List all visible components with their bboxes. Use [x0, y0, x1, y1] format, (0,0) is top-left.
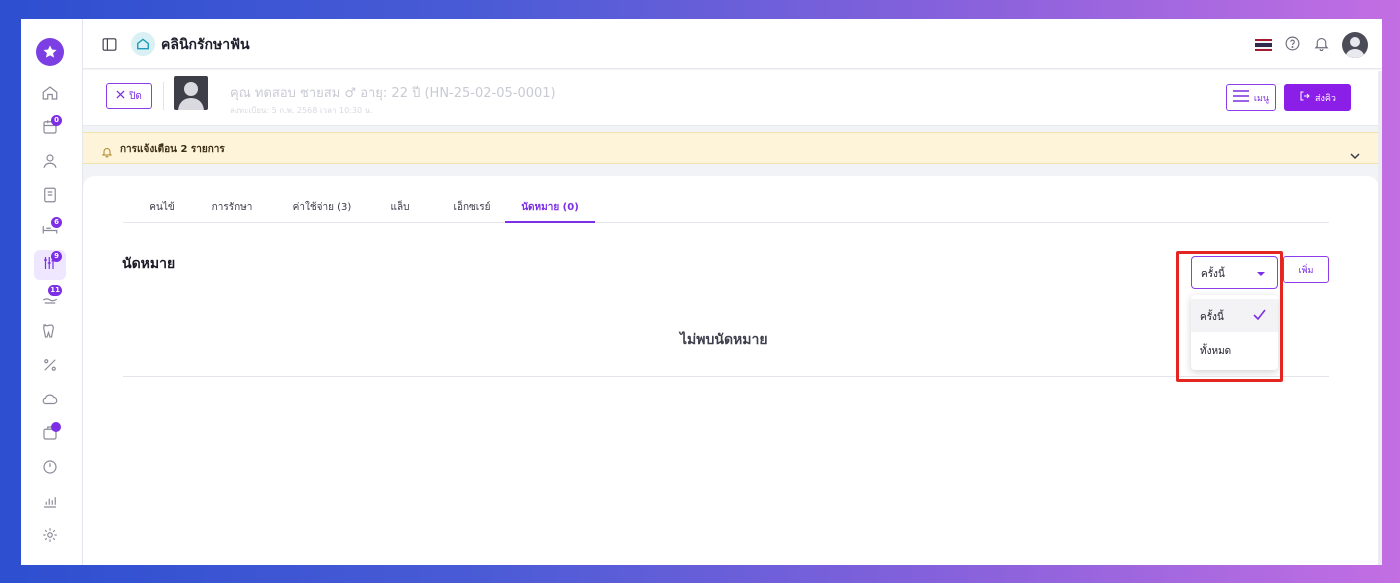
- home-icon: [41, 84, 59, 106]
- tab-appointments[interactable]: นัดหมาย (0): [505, 200, 595, 223]
- close-icon: [116, 90, 125, 102]
- sidebar-item-reports[interactable]: [34, 488, 66, 518]
- clinic-home-icon[interactable]: [131, 32, 155, 56]
- bar-chart-icon: [41, 492, 59, 514]
- settings-icon: [41, 526, 59, 548]
- notification-alert[interactable]: การแจ้งเตือน 2 รายการ: [83, 132, 1382, 164]
- divider: [123, 376, 1329, 377]
- sidebar-item-inventory[interactable]: [34, 420, 66, 450]
- sidebar-item-patients[interactable]: [34, 148, 66, 178]
- sidebar-item-payments[interactable]: 11: [34, 284, 66, 314]
- section-title: นัดหมาย: [122, 256, 176, 272]
- send-queue-label: ส่งคิว: [1315, 93, 1336, 104]
- menu-button[interactable]: เมนู: [1226, 84, 1276, 111]
- tab-patient[interactable]: คนไข้: [145, 200, 179, 223]
- top-bar: คลินิกรักษาฟัน: [83, 19, 1382, 69]
- sidebar-badge: 9: [51, 251, 62, 262]
- document-icon: [41, 186, 59, 208]
- tab-bar: คนไข้ การรักษา ค่าใช้จ่าย (3) แล็บ เอ็กซ…: [123, 200, 1329, 223]
- help-icon[interactable]: [1284, 35, 1301, 56]
- top-actions: [1255, 32, 1368, 58]
- sidebar-badge: 11: [48, 285, 62, 296]
- sidebar-item-settings[interactable]: [34, 522, 66, 552]
- page-title: คลินิกรักษาฟัน: [161, 37, 250, 53]
- sidebar-badge-dot: [51, 422, 61, 432]
- scrollbar[interactable]: [1378, 71, 1382, 565]
- highlight-box: [1176, 251, 1283, 382]
- thai-flag-icon[interactable]: [1255, 39, 1272, 51]
- sidebar-badge: 6: [51, 217, 62, 228]
- notification-bell-icon[interactable]: [1313, 35, 1330, 56]
- sidebar: 0 6 9 11: [21, 19, 83, 565]
- tab-lab[interactable]: แล็บ: [385, 200, 415, 223]
- close-label: ปิด: [129, 90, 142, 102]
- patient-header: ปิด คุณ ทดสอบ ชายสม ♂ อายุ: 22 ปี (HN-25…: [83, 70, 1382, 126]
- exit-arrow-icon: [1299, 90, 1311, 105]
- tab-expenses[interactable]: ค่าใช้จ่าย (3): [284, 200, 360, 223]
- sidebar-item-calendar[interactable]: 0: [34, 114, 66, 144]
- sidebar-item-gauge[interactable]: [34, 454, 66, 484]
- tab-xray[interactable]: เอ็กซเรย์: [446, 200, 498, 223]
- sidebar-badge: 0: [51, 115, 62, 126]
- chevron-down-icon[interactable]: [1350, 145, 1360, 160]
- add-appointment-button[interactable]: เพิ่ม: [1283, 256, 1329, 283]
- cloud-icon: [41, 390, 59, 412]
- sidebar-item-dental-tools[interactable]: 9: [34, 250, 66, 280]
- divider: [163, 82, 164, 110]
- sidebar-item-tooth[interactable]: [34, 318, 66, 348]
- alert-text: การแจ้งเตือน 2 รายการ: [120, 144, 225, 155]
- patient-name: คุณ ทดสอบ ชายสม ♂ อายุ: 22 ปี (HN-25-02-…: [230, 86, 556, 101]
- send-queue-button[interactable]: ส่งคิว: [1284, 84, 1351, 111]
- sidebar-toggle-icon[interactable]: [101, 36, 118, 53]
- tooth-icon: [41, 322, 59, 344]
- sidebar-item-home[interactable]: [34, 80, 66, 110]
- sidebar-item-cloud[interactable]: [34, 386, 66, 416]
- sidebar-item-discount[interactable]: [34, 352, 66, 382]
- empty-state-text: ไม่พบนัดหมาย: [680, 332, 768, 348]
- menu-label: เมนู: [1253, 93, 1270, 104]
- sidebar-item-documents[interactable]: [34, 182, 66, 212]
- patient-registration: ลงทะเบียน: 5 ก.พ. 2568 เวลา 10:30 น.: [230, 106, 373, 115]
- patient-avatar: [174, 76, 208, 110]
- app-logo-icon[interactable]: [36, 38, 64, 66]
- tab-treatment[interactable]: การรักษา: [207, 200, 257, 223]
- hamburger-icon: [1232, 90, 1249, 105]
- user-avatar[interactable]: [1342, 32, 1368, 58]
- close-button[interactable]: ปิด: [106, 83, 152, 109]
- sidebar-item-beds[interactable]: 6: [34, 216, 66, 246]
- user-icon: [41, 152, 59, 174]
- gauge-icon: [41, 458, 59, 480]
- percent-icon: [41, 356, 59, 378]
- bell-icon: [101, 143, 113, 158]
